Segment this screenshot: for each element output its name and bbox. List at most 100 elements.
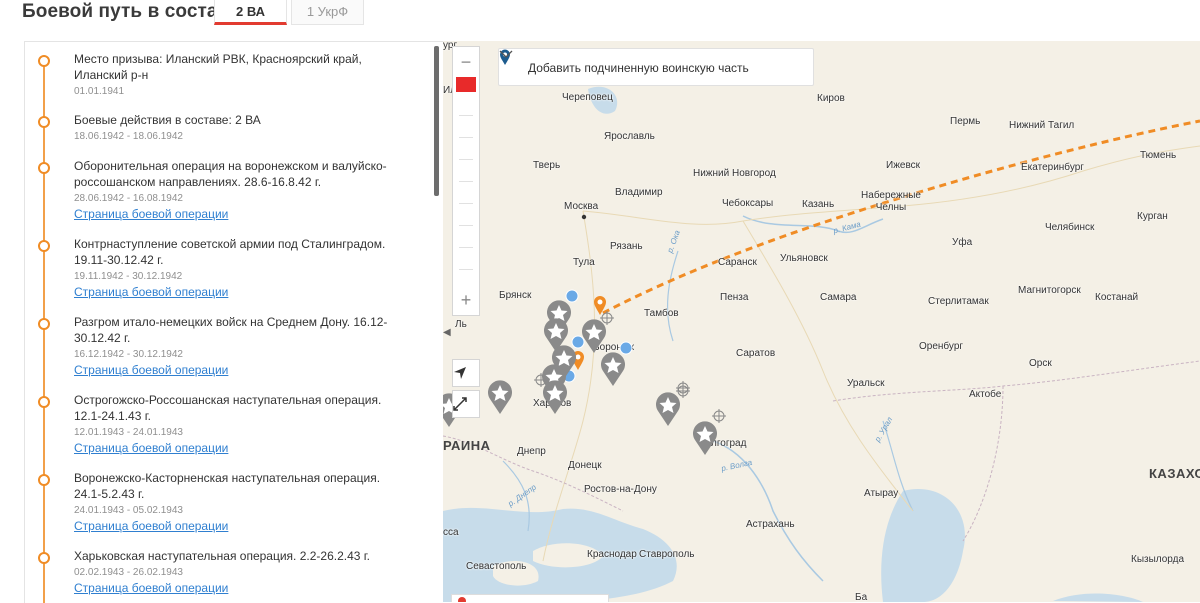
city-label: Краснодар xyxy=(587,549,637,560)
timeline-dot-icon xyxy=(38,474,50,486)
city-label: Севастополь xyxy=(466,561,527,572)
city-label: Днепр xyxy=(517,446,546,457)
timeline-dot-icon xyxy=(38,55,50,67)
red-dot-icon xyxy=(458,597,466,602)
timeline-item-title: Разгром итало-немецких войск на Среднем … xyxy=(74,315,388,345)
city-label: Уфа xyxy=(952,237,973,248)
city-label: Тула xyxy=(573,257,595,268)
city-label: Екатеринбург xyxy=(1021,162,1084,173)
timeline-item-date: 16.12.1942 - 30.12.1942 xyxy=(74,349,183,360)
operation-page-link[interactable]: Страница боевой операции xyxy=(74,284,404,300)
geolocation-button[interactable] xyxy=(452,359,480,387)
timeline-dot-icon xyxy=(38,116,50,128)
timeline-item-title: Харьковская наступательная операция. 2.2… xyxy=(74,549,371,563)
timeline-item-title: Контрнаступление советской армии под Ста… xyxy=(74,237,386,267)
city-label: Ярославль xyxy=(604,131,655,142)
combat-path-header: Боевой путь в составе: 2 ВА 1 УкрФ xyxy=(0,0,1200,30)
route-start-pin-icon[interactable] xyxy=(593,296,607,316)
combat-timeline[interactable]: Место призыва: Иланский РВК, Красноярски… xyxy=(24,41,443,603)
city-label: Костанай xyxy=(1095,292,1139,303)
operation-page-link[interactable]: Страница боевой операции xyxy=(74,518,404,534)
zoom-tick xyxy=(459,203,473,204)
country-label: РАИНА xyxy=(443,438,491,453)
timeline-dot-icon xyxy=(38,396,50,408)
city-label: Нижний Тагил xyxy=(1009,120,1075,131)
operation-page-link[interactable]: Страница боевой операции xyxy=(74,206,404,222)
timeline-dot-icon xyxy=(38,162,50,174)
timeline-item-date: 28.06.1942 - 16.08.1942 xyxy=(74,193,183,204)
city-label: Пермь xyxy=(950,116,981,127)
operation-page-link[interactable]: Страница боевой операции xyxy=(74,580,404,596)
timeline-item-date: 19.11.1942 - 30.12.1942 xyxy=(74,271,183,282)
battle-star-marker-icon[interactable] xyxy=(580,318,608,354)
timeline-item-title: Воронежско-Касторненская наступательная … xyxy=(74,471,381,501)
battle-star-marker-icon[interactable] xyxy=(541,379,569,415)
city-label: Чебоксары xyxy=(722,198,774,209)
fullscreen-button[interactable] xyxy=(452,390,480,418)
city-label: Тамбов xyxy=(644,308,679,319)
city-label: Стерлитамак xyxy=(928,296,989,307)
zoom-level-indicator[interactable] xyxy=(456,77,476,92)
page-title: Боевой путь в составе: xyxy=(22,1,247,22)
timeline-scrollbar[interactable] xyxy=(434,46,439,196)
navigation-arrow-icon xyxy=(454,367,466,379)
zoom-tick xyxy=(459,225,473,226)
chevron-down-icon xyxy=(499,50,513,58)
battle-star-marker-icon[interactable] xyxy=(691,420,719,456)
city-label: Ижевск xyxy=(886,160,921,171)
tab-2va[interactable]: 2 ВА xyxy=(214,0,287,25)
map-edge-label: Ль xyxy=(455,319,467,330)
city-label: Нижний Новгород xyxy=(693,168,776,179)
timeline-item-title: Острогожско-Россошанская наступательная … xyxy=(74,393,382,423)
battle-star-marker-icon[interactable] xyxy=(486,379,514,415)
city-label: Череповец xyxy=(562,92,613,103)
city-label: Самара xyxy=(820,292,857,303)
city-label: Ставрополь xyxy=(639,549,695,560)
city-label: Казань xyxy=(802,199,835,210)
operation-page-link[interactable]: Страница боевой операции xyxy=(74,362,404,378)
city-label: Орск xyxy=(1029,358,1052,369)
city-label: Тверь xyxy=(533,160,561,171)
city-label: Оренбург xyxy=(919,341,964,352)
city-label: Набережные Челны xyxy=(861,190,921,213)
collapse-panel-icon[interactable]: ◀ xyxy=(443,324,453,342)
timeline-item-date: 12.01.1943 - 24.01.1943 xyxy=(74,427,183,438)
zoom-tick xyxy=(459,269,473,270)
combat-map[interactable]: ург Ил Ис Ль сса Ба Череповец Киров Перм… xyxy=(443,41,1200,602)
city-label: Атырау xyxy=(864,488,899,499)
city-label: Ростов-на-Дону xyxy=(584,484,657,495)
add-subunit-label: Добавить подчиненную воинскую часть xyxy=(528,61,749,75)
city-label: Ульяновск xyxy=(780,253,828,264)
timeline-item-date: 18.06.1942 - 18.06.1942 xyxy=(74,131,183,142)
timeline-item-date: 02.02.1943 - 26.02.1943 xyxy=(74,567,183,578)
city-label: Тюмень xyxy=(1140,150,1177,161)
timeline-item-title: Боевые действия в составе: 2 ВА xyxy=(74,113,261,127)
timeline-dot-icon xyxy=(38,318,50,330)
zoom-tick xyxy=(459,247,473,248)
fullscreen-icon xyxy=(453,397,467,411)
city-label: Донецк xyxy=(568,460,602,471)
add-subunit-dropdown[interactable]: Добавить подчиненную воинскую часть xyxy=(498,48,814,86)
city-label: Владимир xyxy=(615,187,663,198)
zoom-tick xyxy=(459,137,473,138)
city-label: Челябинск xyxy=(1045,222,1095,233)
city-label: Актобе xyxy=(969,389,1002,400)
zoom-in-button[interactable]: + xyxy=(453,287,479,315)
city-label: Саратов xyxy=(736,348,776,359)
battle-star-marker-icon[interactable] xyxy=(654,391,682,427)
city-label: Москва xyxy=(564,201,599,212)
city-label: Кызылорда xyxy=(1131,554,1185,565)
city-label: Брянск xyxy=(499,290,532,301)
map-edge-label: Ба xyxy=(855,592,868,602)
map-info-popup[interactable] xyxy=(451,594,609,602)
zoom-out-button[interactable]: − xyxy=(453,49,479,77)
operation-page-link[interactable]: Страница боевой операции xyxy=(74,440,404,456)
tab-1ukrf[interactable]: 1 УкрФ xyxy=(291,0,364,25)
city-label: Курган xyxy=(1137,211,1168,222)
city-label: Рязань xyxy=(610,241,643,252)
city-label: Уральск xyxy=(847,378,885,389)
battle-star-marker-icon[interactable] xyxy=(599,351,627,387)
zoom-tick xyxy=(459,181,473,182)
zoom-slider[interactable]: − + xyxy=(452,46,480,316)
combat-route-line xyxy=(602,119,1200,315)
